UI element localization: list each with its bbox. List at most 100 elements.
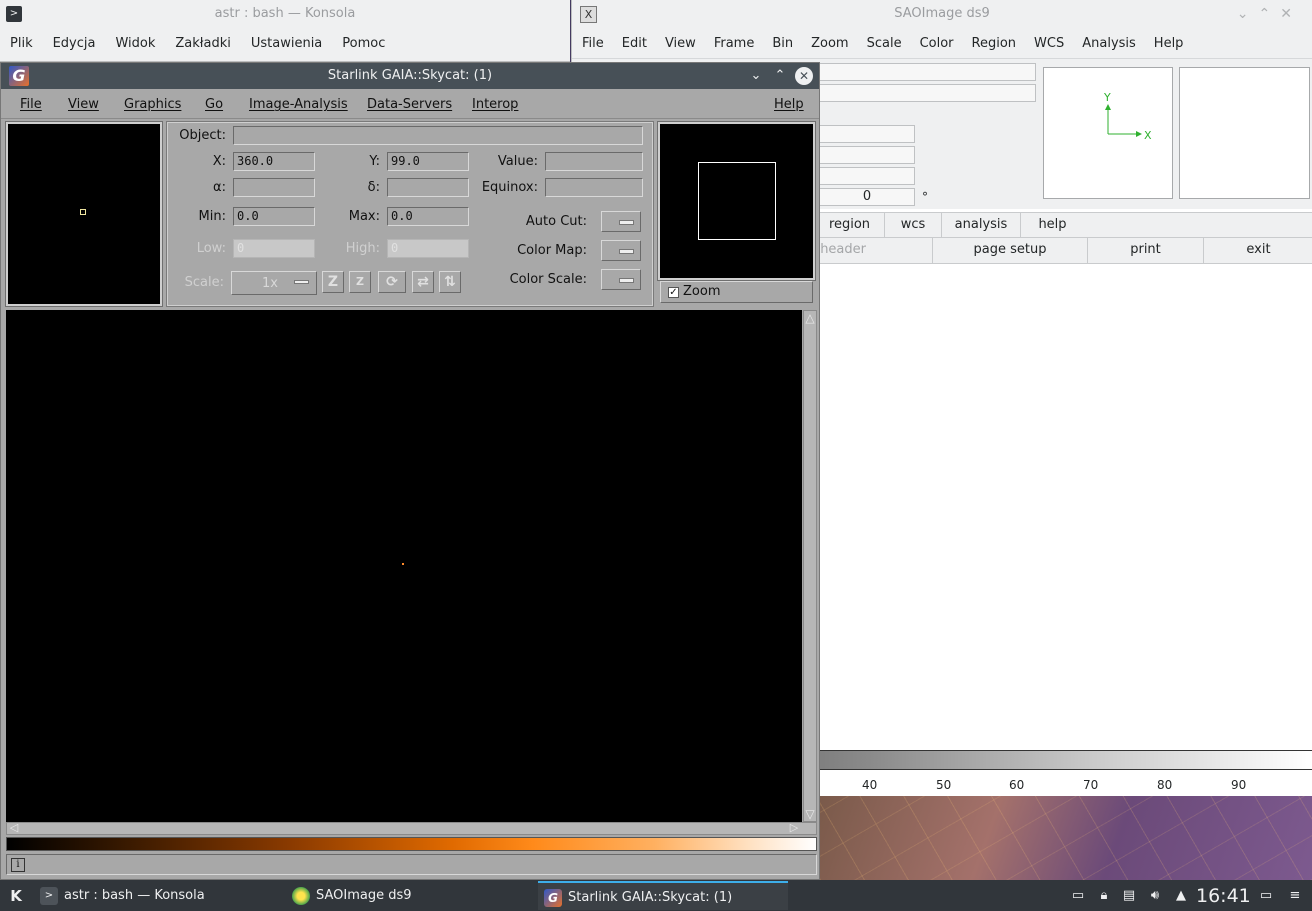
konsole-menu-ustawienia[interactable]: Ustawienia — [241, 36, 332, 51]
clipboard-icon[interactable]: ▤ — [1121, 888, 1137, 904]
ds9-btn-region[interactable]: region — [815, 213, 885, 237]
ds9-menu-zoom[interactable]: Zoom — [801, 36, 856, 51]
gaia-titlebar[interactable]: G Starlink GAIA::Skycat: (1) ⌄ ⌃ ✕ — [1, 63, 819, 89]
show-desktop-icon[interactable]: ▭ — [1258, 888, 1274, 904]
ds9-menu-wcs[interactable]: WCS — [1024, 36, 1072, 51]
konsole-menu-plik[interactable]: Plik — [0, 36, 43, 51]
task-ds9[interactable]: SAOImage ds9 — [286, 881, 536, 910]
ds9-angle-field[interactable]: 0 — [819, 188, 915, 206]
colorscale-label: Color Scale: — [509, 272, 587, 287]
ds9-btn-help[interactable]: help — [1021, 213, 1084, 237]
ds9-window-controls[interactable]: ⌄⌃✕ — [1237, 6, 1302, 22]
rotate-icon[interactable]: ⟳ — [378, 271, 406, 293]
ds9-menu-file[interactable]: File — [572, 36, 612, 51]
ds9-titlebar[interactable]: X SAOImage ds9 ⌄⌃✕ — [572, 0, 1312, 28]
ds9-info-field[interactable] — [819, 125, 915, 143]
low-field[interactable]: 0 — [233, 239, 315, 258]
ds9-btn-page-setup[interactable]: page setup — [933, 238, 1088, 263]
ds9-panner[interactable]: Y X — [1043, 67, 1173, 199]
scroll-right-icon[interactable]: ▷ — [787, 822, 801, 834]
chevron-up-icon[interactable]: ▲ — [1173, 888, 1189, 904]
zoom-out-icon[interactable]: Z — [349, 271, 371, 293]
delta-field[interactable] — [387, 178, 469, 197]
autocut-menu-button[interactable] — [601, 211, 641, 232]
gaia-colorramp[interactable] — [6, 837, 817, 851]
flip-y-icon[interactable]: ⇅ — [439, 271, 461, 293]
info-icon[interactable]: i — [11, 858, 25, 872]
kde-launcher-icon[interactable]: K — [6, 886, 26, 906]
ds9-tick-label: 80 — [1157, 778, 1173, 792]
konsole-menu-zakladki[interactable]: Zakładki — [165, 36, 240, 51]
maximize-icon[interactable]: ⌃ — [771, 67, 789, 85]
flip-x-icon[interactable]: ⇄ — [412, 271, 434, 293]
konsole-menu-pomoc[interactable]: Pomoc — [332, 36, 395, 51]
ds9-info-field[interactable] — [819, 146, 915, 164]
task-konsole[interactable]: > astr : bash — Konsola — [34, 881, 284, 910]
volume-icon[interactable]: 🔊︎ — [1147, 888, 1163, 904]
konsole-menu-edycja[interactable]: Edycja — [43, 36, 106, 51]
scroll-up-icon[interactable]: △ — [804, 311, 816, 325]
gaia-image-canvas[interactable] — [6, 310, 802, 822]
equinox-field[interactable] — [545, 178, 643, 197]
ds9-btn-exit[interactable]: exit — [1204, 238, 1312, 263]
max-field[interactable]: 0.0 — [387, 207, 469, 226]
ds9-menu-analysis[interactable]: Analysis — [1072, 36, 1144, 51]
scroll-left-icon[interactable]: ◁ — [7, 822, 21, 834]
hamburger-menu-icon[interactable]: ≡ — [1287, 888, 1303, 904]
ds9-menu-view[interactable]: View — [655, 36, 704, 51]
gaia-menu-graphics[interactable]: Graphics — [124, 97, 181, 112]
gaia-menu-file[interactable]: File — [20, 97, 42, 112]
network-icon[interactable]: ▭ — [1070, 888, 1086, 904]
gaia-menu-data-servers[interactable]: Data-Servers — [367, 97, 452, 112]
ds9-menu-frame[interactable]: Frame — [704, 36, 763, 51]
ds9-menu-help[interactable]: Help — [1144, 36, 1192, 51]
ds9-menu-edit[interactable]: Edit — [612, 36, 655, 51]
y-field[interactable]: 99.0 — [387, 152, 469, 171]
ds9-btn-analysis[interactable]: analysis — [942, 213, 1021, 237]
alpha-field[interactable] — [233, 178, 315, 197]
max-label: Max: — [348, 209, 380, 224]
lock-icon[interactable]: 🔒︎ — [1096, 888, 1112, 904]
gaia-menu-view[interactable]: View — [68, 97, 99, 112]
zoom-toggle[interactable]: ✓ Zoom — [660, 281, 813, 303]
ds9-info-field[interactable] — [819, 84, 1036, 102]
ds9-info-field[interactable] — [819, 167, 915, 185]
horizontal-scrollbar[interactable]: ◁ ▷ — [6, 822, 817, 835]
colormap-menu-button[interactable] — [601, 240, 641, 261]
ds9-menu-color[interactable]: Color — [910, 36, 962, 51]
gaia-pan-window[interactable] — [5, 121, 163, 307]
gaia-menu-image-analysis[interactable]: Image-Analysis — [249, 97, 348, 112]
compass-x-label: X — [1144, 129, 1152, 142]
konsole-menu-widok[interactable]: Widok — [105, 36, 165, 51]
task-label: Starlink GAIA::Skycat: (1) — [568, 890, 733, 905]
object-field[interactable] — [233, 126, 643, 145]
colormap-label: Color Map: — [517, 243, 587, 258]
zoom-checkbox-icon[interactable]: ✓ — [668, 287, 679, 298]
value-field[interactable] — [545, 152, 643, 171]
ds9-menu-bin[interactable]: Bin — [762, 36, 801, 51]
gaia-menu-interop[interactable]: Interop — [472, 97, 518, 112]
x-field[interactable]: 360.0 — [233, 152, 315, 171]
colorscale-menu-button[interactable] — [601, 269, 641, 290]
scroll-down-icon[interactable]: ▽ — [804, 807, 816, 821]
zoom-in-icon[interactable]: Z — [322, 271, 344, 293]
ds9-tick-label: 60 — [1009, 778, 1025, 792]
min-field[interactable]: 0.0 — [233, 207, 315, 226]
minimize-icon[interactable]: ⌄ — [747, 67, 765, 85]
konsole-titlebar[interactable]: > astr : bash — Konsola — [0, 0, 570, 28]
gaia-menu-go[interactable]: Go — [205, 97, 223, 112]
vertical-scrollbar[interactable]: △ ▽ — [803, 310, 817, 822]
ds9-btn-print[interactable]: print — [1088, 238, 1204, 263]
ds9-btn-wcs[interactable]: wcs — [885, 213, 942, 237]
ds9-tick-label: 50 — [936, 778, 952, 792]
clock[interactable]: 16:41 — [1196, 885, 1251, 907]
task-gaia[interactable]: G Starlink GAIA::Skycat: (1) — [538, 881, 788, 910]
gaia-menu-help[interactable]: Help — [774, 97, 804, 112]
ds9-menu-scale[interactable]: Scale — [857, 36, 910, 51]
pan-view-marker[interactable] — [80, 209, 86, 215]
close-icon[interactable]: ✕ — [795, 67, 813, 85]
high-field[interactable]: 0 — [387, 239, 469, 258]
scale-menu-button[interactable]: 1x — [231, 271, 317, 295]
ds9-menu-region[interactable]: Region — [962, 36, 1025, 51]
ds9-info-field[interactable] — [819, 63, 1036, 81]
